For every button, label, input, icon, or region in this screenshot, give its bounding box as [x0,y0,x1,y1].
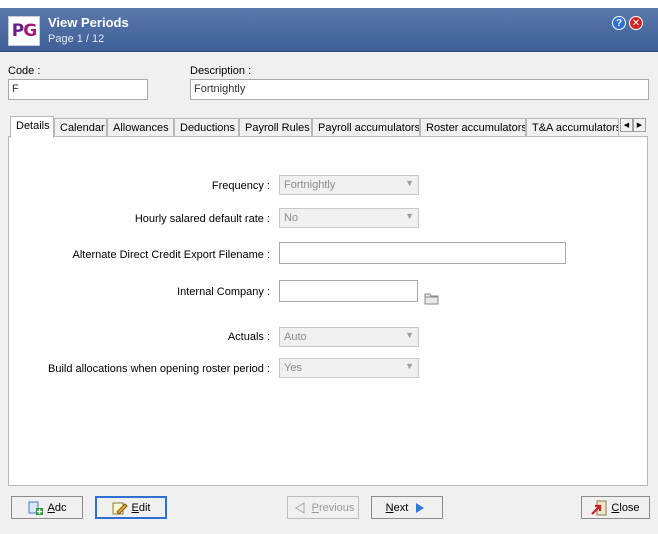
build-allocations-dropdown: Yes ▼ [279,358,419,378]
view-periods-window: PG View Periods Page 1 / 12 ? ✕ Code : F… [0,8,658,534]
add-button[interactable]: Adc [11,496,83,519]
edit-pencil-icon [112,500,128,516]
close-door-icon [591,500,607,516]
actuals-value: Auto [284,331,307,343]
frequency-dropdown: Fortnightly ▼ [279,175,419,195]
chevron-down-icon: ▼ [405,211,414,221]
internal-company-input[interactable] [279,280,418,302]
actuals-dropdown: Auto ▼ [279,327,419,347]
next-button[interactable]: Next [371,496,443,519]
chevron-down-icon: ▼ [405,330,414,340]
tab-allowances[interactable]: Allowances [107,118,174,137]
tab-ta-accumulators[interactable]: T&A accumulators [526,118,619,137]
frequency-label: Frequency : [211,180,270,192]
previous-arrow-icon [292,500,308,516]
tab-scroll-right-icon[interactable]: ▶ [633,118,646,132]
close-window-icon[interactable]: ✕ [629,16,643,30]
chevron-down-icon: ▼ [405,361,414,371]
tab-scroll-left-icon[interactable]: ◀ [620,118,633,132]
description-field[interactable]: Fortnightly [190,79,649,100]
frequency-value: Fortnightly [284,179,336,191]
tab-payroll-rules[interactable]: Payroll Rules [239,118,312,137]
chevron-down-icon: ▼ [405,178,414,188]
title-bar: PG View Periods Page 1 / 12 ? ✕ [0,8,658,52]
export-filename-label: Alternate Direct Credit Export Filename … [72,249,270,261]
window-title: View Periods [48,15,129,30]
add-icon [28,500,44,516]
hourly-rate-value: No [284,212,299,224]
tab-strip: Details Calendar Allowances Deductions P… [8,116,648,138]
edit-button[interactable]: Edit [95,496,167,519]
folder-browse-icon[interactable] [424,292,440,305]
hourly-rate-dropdown: No ▼ [279,208,419,228]
code-field[interactable]: F [8,79,148,100]
build-allocations-label: Build allocations when opening roster pe… [48,363,270,375]
build-allocations-value: Yes [284,362,302,374]
hourly-rate-label: Hourly salared default rate : [134,213,270,225]
close-button[interactable]: Close [581,496,650,519]
help-icon[interactable]: ? [612,16,626,30]
tab-roster-accumulators[interactable]: Roster accumulators [420,118,526,137]
tab-payroll-accumulators[interactable]: Payroll accumulators [312,118,420,137]
actuals-label: Actuals : [227,331,270,343]
description-label: Description : [190,65,252,77]
code-label: Code : [8,65,41,77]
tab-calendar[interactable]: Calendar [54,118,107,137]
next-arrow-icon [412,500,428,516]
tab-deductions[interactable]: Deductions [174,118,239,137]
pg-logo: PG [8,16,40,46]
export-filename-input[interactable] [279,242,566,264]
tab-details[interactable]: Details [10,116,54,138]
internal-company-label: Internal Company : [177,286,270,298]
page-indicator: Page 1 / 12 [48,33,105,45]
previous-button[interactable]: Previous [287,496,359,519]
